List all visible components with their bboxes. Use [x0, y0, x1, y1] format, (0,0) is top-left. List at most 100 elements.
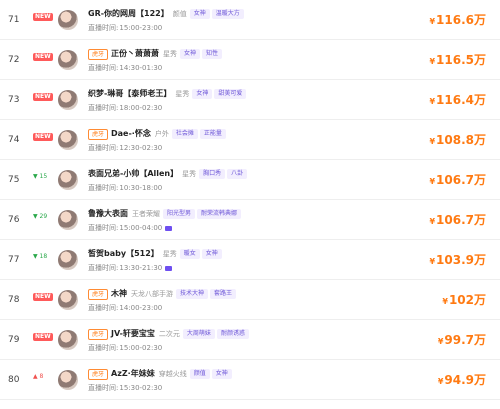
gift-value: ¥103.9万 — [429, 250, 486, 270]
gift-value: ¥106.7万 — [429, 170, 486, 190]
tag: 耐颜诱惑 — [216, 329, 249, 339]
streamer-avatar[interactable] — [58, 130, 78, 150]
live-camera-icon — [165, 265, 173, 271]
live-time: 直播时间:15:00-23:00 — [88, 23, 162, 33]
rank-number: 78 — [8, 295, 20, 305]
tag: 社会摊 — [171, 129, 198, 139]
streamer-avatar[interactable] — [58, 370, 78, 390]
live-time-label: 直播时间: — [88, 264, 119, 272]
category-label: 星秀 — [175, 90, 190, 98]
platform-badge: 虎牙 — [88, 328, 109, 340]
name-line: 虎牙 正份丶萧萧萧 星秀 女神 知性 — [88, 47, 224, 61]
gift-value: ¥108.8万 — [429, 130, 486, 150]
streamer-avatar[interactable] — [58, 170, 78, 190]
streamer-name[interactable]: 表面兄弟-小帅【Allen】 — [88, 169, 178, 178]
streamer-avatar[interactable] — [58, 10, 78, 30]
live-time-value: 14:30-01:30 — [119, 64, 163, 72]
live-time-value: 14:00-23:00 — [119, 304, 163, 312]
tag: 胸口秀 — [199, 169, 226, 179]
gift-value-amount: 106.7万 — [436, 173, 486, 187]
tag: 女神 — [180, 49, 201, 59]
streamer-avatar[interactable] — [58, 290, 78, 310]
rank-change: ▼ 29 — [33, 213, 48, 220]
ranking-row[interactable]: 76 ▼ 29 鲁豫大表面 王者荣耀 阳光型男 耐荣流韩典娜 直播时间:15:00-04:0… — [0, 200, 500, 240]
currency-symbol: ¥ — [429, 137, 436, 146]
live-time: 直播时间:14:00-23:00 — [88, 303, 162, 313]
ranking-row[interactable]: 78 NEW 虎牙 木神 天龙八部手游 技术大神 套路王 直播时间:14:00-23:00 ¥1… — [0, 280, 500, 320]
live-time-value: 15:00-04:00 — [119, 224, 163, 232]
rank-number: 76 — [8, 215, 20, 225]
new-badge: NEW — [33, 333, 53, 341]
live-time-value: 15:30-02:30 — [119, 384, 163, 392]
ranking-row[interactable]: 80 ▲ 8 虎牙 AzZ·年妹妹 穿越火线 颜值 女神 直播时间:15:30-02:30 ¥9… — [0, 360, 500, 400]
category-label: 星秀 — [163, 50, 178, 58]
ranking-row[interactable]: 71 NEW GR-你的网周【122】 颜值 女神 温暖大方 直播时间:15:00-23:0… — [0, 0, 500, 40]
ranking-row[interactable]: 77 ▼ 18 皙贺baby【512】 星秀 暖女 女神 直播时间:13:30-21:30 ¥… — [0, 240, 500, 280]
currency-symbol: ¥ — [442, 297, 448, 306]
tag: 技术大神 — [176, 289, 209, 299]
streamer-name[interactable]: Dae-·怀念 — [111, 129, 151, 138]
streamer-avatar[interactable] — [58, 210, 78, 230]
streamer-avatar[interactable] — [58, 250, 78, 270]
ranking-row[interactable]: 72 NEW 虎牙 正份丶萧萧萧 星秀 女神 知性 直播时间:14:30-01:30 ¥116.… — [0, 40, 500, 80]
currency-symbol: ¥ — [429, 177, 436, 186]
rank-number: 72 — [8, 55, 20, 65]
currency-symbol: ¥ — [429, 17, 436, 26]
category-label: 星秀 — [182, 170, 197, 178]
live-time-value: 15:00-23:00 — [119, 24, 163, 32]
gift-value-amount: 116.5万 — [436, 53, 486, 67]
streamer-name[interactable]: 木神 — [111, 289, 127, 298]
live-time-label: 直播时间: — [88, 304, 119, 312]
rank-number: 79 — [8, 335, 20, 345]
new-badge: NEW — [33, 13, 53, 21]
streamer-name[interactable]: 鲁豫大表面 — [88, 209, 128, 218]
rank-number: 75 — [8, 175, 20, 185]
ranking-row[interactable]: 79 NEW 虎牙 JV-轩要宝宝 二次元 大周萌妹 耐颜诱惑 直播时间:15:00-02:3… — [0, 320, 500, 360]
tag: 颜值 — [189, 369, 210, 379]
live-time: 直播时间:15:00-02:30 — [88, 343, 162, 353]
streamer-name[interactable]: 正份丶萧萧萧 — [111, 49, 159, 58]
live-time-label: 直播时间: — [88, 384, 119, 392]
currency-symbol: ¥ — [429, 217, 436, 226]
platform-badge: 虎牙 — [88, 368, 109, 380]
live-camera-icon — [165, 225, 173, 231]
streamer-name[interactable]: AzZ·年妹妹 — [111, 369, 155, 378]
streamer-avatar[interactable] — [58, 330, 78, 350]
streamer-avatar[interactable] — [58, 90, 78, 110]
name-line: 织梦-琳哥【泰师老王】 星秀 女神 甜美可爱 — [88, 87, 248, 101]
streamer-name[interactable]: 皙贺baby【512】 — [88, 249, 159, 258]
streamer-name[interactable]: GR-你的网周【122】 — [88, 9, 169, 18]
tag: 八卦 — [227, 169, 248, 179]
live-time-label: 直播时间: — [88, 344, 119, 352]
rank-change: ▼ 15 — [33, 173, 48, 180]
streamer-name[interactable]: 织梦-琳哥【泰师老王】 — [88, 89, 171, 98]
ranking-row[interactable]: 74 NEW 虎牙 Dae-·怀念 户外 社会摊 正能量 直播时间:12:30-02:30 ¥1… — [0, 120, 500, 160]
rank-number: 80 — [8, 375, 20, 385]
gift-value: ¥116.6万 — [429, 10, 486, 30]
category-label: 星秀 — [162, 250, 177, 258]
streamer-name[interactable]: JV-轩要宝宝 — [111, 329, 155, 338]
currency-symbol: ¥ — [429, 57, 436, 66]
gift-value-amount: 106.7万 — [436, 213, 486, 227]
category-label: 王者荣耀 — [132, 210, 160, 218]
new-badge: NEW — [33, 293, 53, 301]
tag: 温暖大方 — [211, 9, 244, 19]
ranking-row[interactable]: 75 ▼ 15 表面兄弟-小帅【Allen】 星秀 胸口秀 八卦 直播时间:10:30-18… — [0, 160, 500, 200]
live-time: 直播时间:13:30-21:30 — [88, 263, 173, 273]
gift-value: ¥94.9万 — [438, 370, 486, 390]
gift-value-amount: 116.4万 — [436, 93, 486, 107]
rank-change: ▲ 8 — [33, 373, 44, 380]
name-line: 鲁豫大表面 王者荣耀 阳光型男 耐荣流韩典娜 — [88, 207, 243, 221]
currency-symbol: ¥ — [437, 337, 444, 346]
live-time: 直播时间:15:30-02:30 — [88, 383, 162, 393]
tag: 套路王 — [210, 289, 237, 299]
new-badge: NEW — [33, 53, 53, 61]
live-time-value: 10:30-18:00 — [119, 184, 163, 192]
gift-value: ¥102万 — [442, 290, 486, 310]
ranking-list: 71 NEW GR-你的网周【122】 颜值 女神 温暖大方 直播时间:15:00-23:0… — [0, 0, 500, 409]
tag: 大周萌妹 — [182, 329, 215, 339]
ranking-row[interactable]: 73 NEW 织梦-琳哥【泰师老王】 星秀 女神 甜美可爱 直播时间:18:00-02:30… — [0, 80, 500, 120]
streamer-avatar[interactable] — [58, 50, 78, 70]
rank-number: 74 — [8, 135, 20, 145]
tag: 阳光型男 — [163, 209, 196, 219]
